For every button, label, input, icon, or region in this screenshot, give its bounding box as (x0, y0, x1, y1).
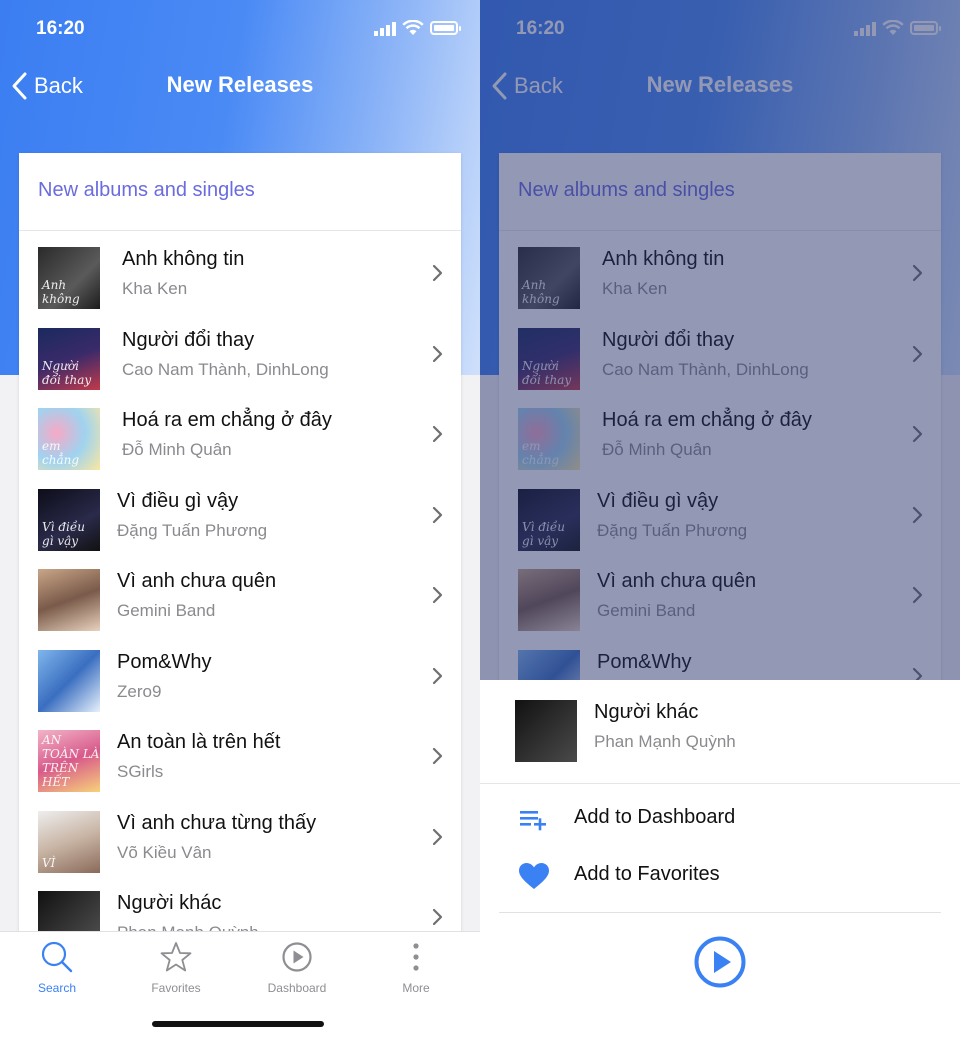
tab-dashboard[interactable]: Dashboard (242, 940, 352, 995)
album-cover (515, 700, 577, 762)
album-cover: Người đổi thay (38, 327, 100, 390)
status-bar: 16:20 (36, 18, 461, 40)
album-cover-text: AN TOÀN LÀ TRÊN HẾT (42, 733, 100, 789)
release-row[interactable]: Anh không Anh không tin Kha Ken (19, 232, 461, 312)
release-title: Người khác (117, 892, 222, 914)
play-button[interactable] (694, 936, 746, 988)
release-artist: Kha Ken (122, 279, 188, 298)
chevron-right-icon (432, 345, 443, 362)
release-artist: Zero9 (117, 681, 162, 701)
chevron-right-icon (432, 747, 443, 765)
play-circle-icon (282, 942, 312, 972)
release-row[interactable]: VÌ Vì anh chưa từng thấy Võ Kiều Vân (19, 796, 461, 876)
action-sheet: Người khác Phan Mạnh Quỳnh Add to Dashbo… (480, 680, 960, 1039)
release-title: Pom&Why (117, 650, 212, 673)
release-artist: Cao Nam Thành, DinhLong (122, 359, 329, 379)
release-row[interactable]: AN TOÀN LÀ TRÊN HẾT An toàn là trên hết … (19, 715, 461, 795)
tab-favorites[interactable]: Favorites (121, 940, 231, 995)
tab-label: Dashboard (267, 981, 327, 995)
album-cover: em chẳng (38, 408, 100, 470)
wifi-icon (402, 20, 424, 35)
album-cover (38, 569, 100, 631)
chevron-right-icon (432, 667, 443, 684)
chevron-right-icon (432, 506, 443, 523)
add-to-favorites-label: Add to Favorites (574, 863, 720, 885)
chevron-right-icon (432, 828, 443, 845)
screen-release-list: 16:20 Back New Releases New albums and s… (0, 0, 480, 1039)
add-to-dashboard-button[interactable]: Add to Dashboard (480, 793, 960, 843)
release-artist: Đặng Tuấn Phương (117, 520, 268, 540)
add-to-favorites-button[interactable]: Add to Favorites (480, 850, 960, 900)
signal-icon (374, 22, 396, 36)
screen-action-sheet: 16:20 Back New Releases New albums and s… (480, 0, 960, 1039)
tab-label: Favorites (151, 981, 201, 995)
playlist-add-icon (520, 811, 546, 831)
release-title: Vì điều gì vậy (117, 489, 239, 512)
divider (499, 912, 941, 913)
release-title: An toàn là trên hết (117, 731, 281, 753)
status-time: 16:20 (36, 18, 85, 39)
album-cover (38, 649, 100, 712)
selected-release-artist: Phan Mạnh Quỳnh (594, 732, 736, 751)
chevron-right-icon (432, 908, 443, 926)
release-artist: Đỗ Minh Quân (122, 440, 232, 459)
battery-icon (430, 21, 461, 35)
tab-label: More (402, 981, 430, 995)
tab-label: Search (37, 981, 77, 995)
release-title: Người đổi thay (122, 328, 255, 351)
release-title: Hoá ra em chẳng ở đây (122, 409, 332, 431)
selected-release: Người khác Phan Mạnh Quỳnh (480, 680, 960, 784)
album-cover: Anh không (38, 247, 100, 309)
heart-icon (519, 863, 549, 889)
more-vertical-icon (413, 943, 419, 971)
page-title: New Releases (166, 72, 314, 97)
album-cover-text: VÌ (42, 855, 56, 870)
chevron-right-icon (432, 425, 443, 443)
release-title: Anh không tin (122, 248, 245, 270)
release-row[interactable]: Pom&Why Zero9 (19, 635, 461, 715)
release-title: Vì anh chưa từng thấy (117, 811, 317, 834)
album-cover: Vì điều gì vậy (38, 488, 100, 551)
album-cover-text: em chẳng (42, 439, 80, 467)
release-row[interactable]: Vì anh chưa quên Gemini Band (19, 554, 461, 634)
album-cover-text: Anh không (42, 278, 80, 306)
add-to-dashboard-label: Add to Dashboard (574, 806, 736, 828)
star-icon (160, 942, 192, 972)
releases-card: New albums and singles Anh không Anh khô… (19, 153, 461, 953)
chevron-right-icon (432, 586, 443, 604)
tab-more[interactable]: More (361, 940, 471, 995)
album-cover: VÌ (38, 810, 100, 873)
release-row[interactable]: Vì điều gì vậy Vì điều gì vậy Đặng Tuấn … (19, 474, 461, 554)
chevron-right-icon (432, 264, 443, 282)
release-row[interactable]: Người đổi thay Người đổi thay Cao Nam Th… (19, 313, 461, 393)
search-icon (41, 941, 73, 973)
release-artist: SGirls (117, 762, 164, 781)
album-cover: AN TOÀN LÀ TRÊN HẾT (38, 730, 100, 792)
selected-release-title: Người khác (594, 701, 699, 723)
navigation-bar: Back New Releases (0, 66, 480, 106)
release-artist: Gemini Band (117, 601, 216, 620)
release-row[interactable]: em chẳng Hoá ra em chẳng ở đây Đỗ Minh Q… (19, 393, 461, 473)
album-cover-text: Vì điều gì vậy (42, 519, 85, 548)
release-artist: Võ Kiều Vân (117, 842, 212, 862)
release-title: Vì anh chưa quên (117, 570, 277, 592)
section-header: New albums and singles (19, 153, 461, 231)
home-indicator (152, 1021, 324, 1027)
album-cover-text: Người đổi thay (42, 358, 92, 387)
tab-search[interactable]: Search (2, 940, 112, 995)
